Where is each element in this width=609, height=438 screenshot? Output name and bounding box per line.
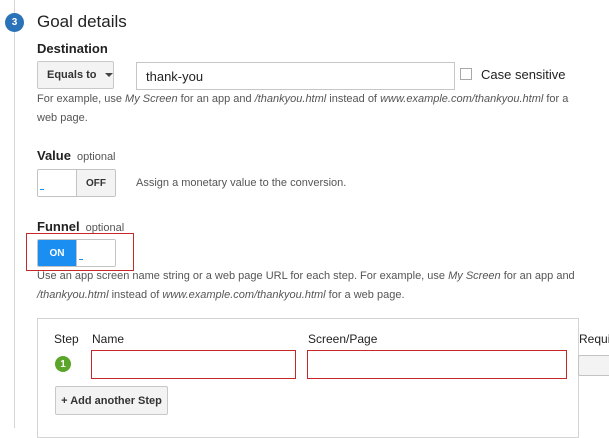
toggle-state-label: OFF — [76, 170, 115, 196]
destination-help-text: For example, use My Screen for an app an… — [37, 93, 569, 124]
toggle-state-label: ON — [38, 240, 76, 266]
add-another-step-button[interactable]: + Add another Step — [55, 386, 168, 415]
step-name-input[interactable] — [91, 350, 296, 379]
name-column-header: Name — [92, 332, 125, 346]
funnel-help-text: Use an app screen name string or a web p… — [37, 270, 575, 301]
match-type-dropdown[interactable]: Equals to — [37, 61, 114, 89]
section-title: Goal details — [37, 12, 127, 31]
destination-label: Destination — [37, 41, 108, 56]
destination-input[interactable] — [136, 62, 455, 90]
required-column-header: Requi — [579, 332, 609, 346]
chevron-down-icon — [104, 73, 113, 77]
timeline-line — [14, 0, 15, 428]
step-number-badge: 3 — [5, 13, 24, 32]
step-column-header: Step — [54, 332, 79, 346]
match-type-value: Equals to — [47, 69, 97, 81]
toggle-knob — [76, 240, 115, 266]
value-label: Value optional — [37, 148, 116, 163]
funnel-label: Funnel optional — [37, 219, 125, 234]
step-number-icon: 1 — [55, 356, 71, 372]
value-toggle[interactable]: OFF — [37, 169, 116, 197]
screen-page-column-header: Screen/Page — [308, 332, 378, 346]
case-sensitive-checkbox[interactable] — [460, 68, 472, 80]
step-screen-page-input[interactable] — [307, 350, 567, 379]
step-required-toggle[interactable] — [578, 355, 609, 376]
funnel-toggle[interactable]: ON — [37, 239, 116, 267]
value-description: Assign a monetary value to the conversio… — [136, 177, 347, 189]
toggle-knob — [38, 170, 76, 196]
case-sensitive-label: Case sensitive — [481, 67, 566, 82]
